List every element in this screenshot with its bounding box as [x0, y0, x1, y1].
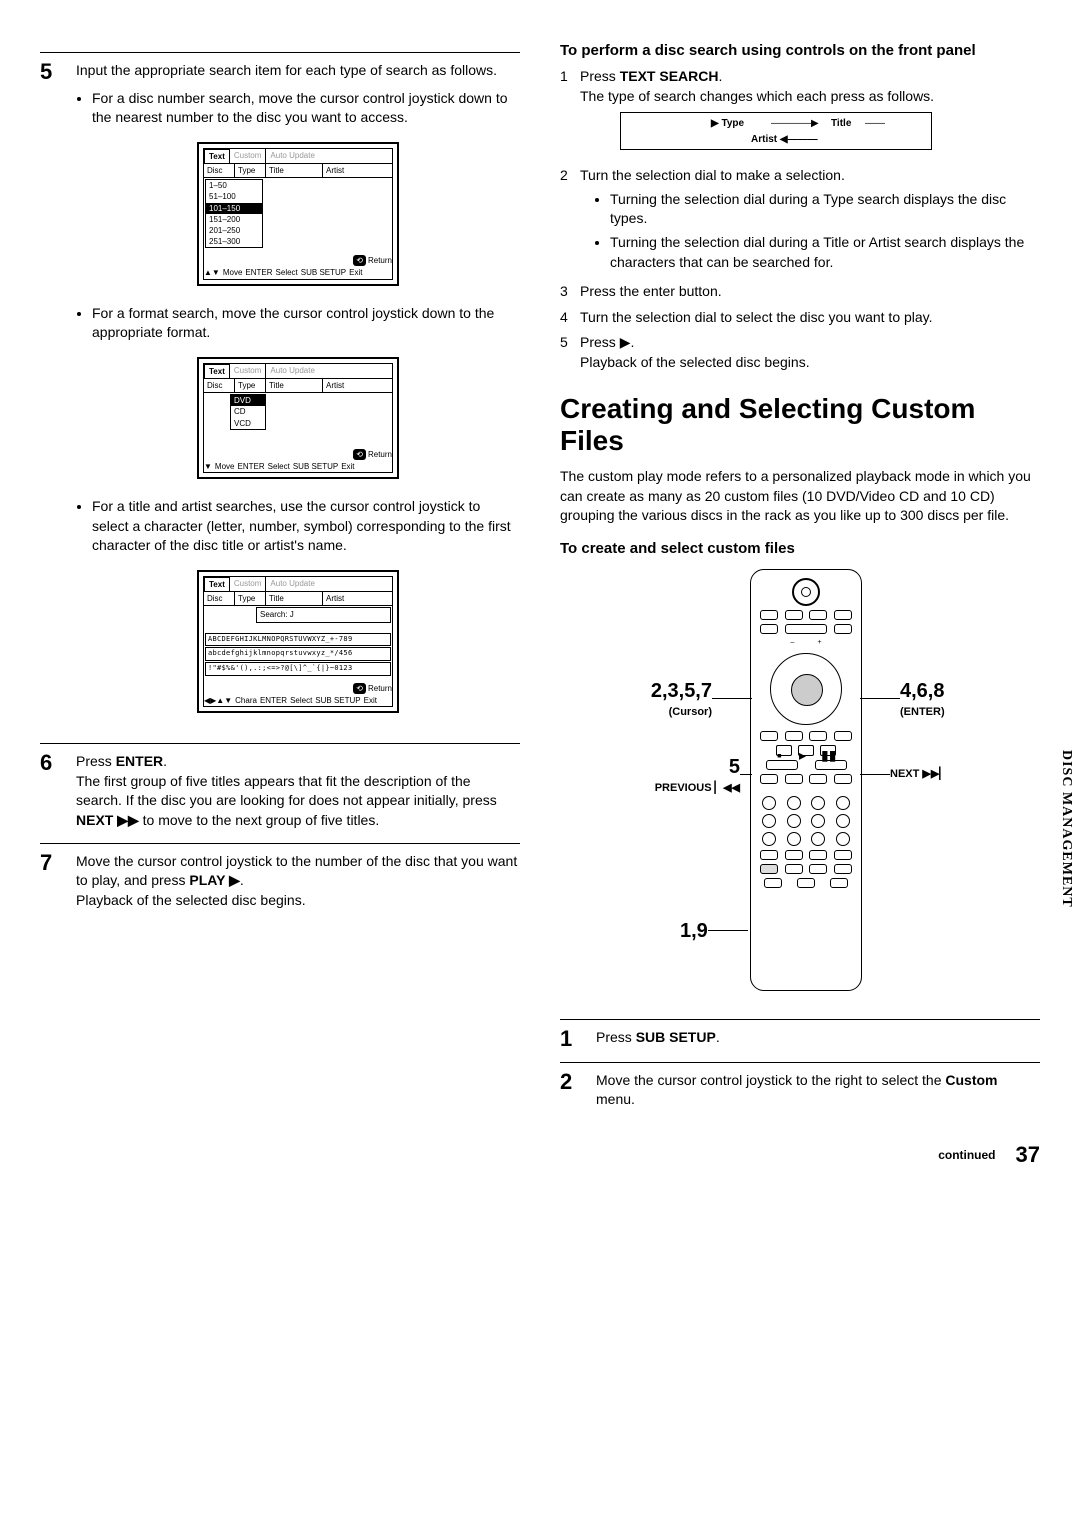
- step-7-text: Move the cursor control joystick to the …: [76, 852, 520, 891]
- step-6-para: The first group of five titles appears t…: [76, 772, 520, 831]
- label-5: 5 PREVIOUS ▏◀◀: [640, 753, 752, 796]
- remote-illustration: – + ▪ ▸ ▮▮: [640, 569, 960, 999]
- tab-auto: Auto Update: [266, 149, 318, 163]
- step-number: 6: [40, 752, 60, 830]
- tab-custom: Custom: [230, 149, 267, 163]
- step-6-heading: Press ENTER.: [76, 752, 520, 772]
- pause-icon: ▮▮: [820, 745, 836, 756]
- step-number: 7: [40, 852, 60, 911]
- custom-files-sub: To create and select custom files: [560, 538, 1040, 559]
- step-5-text: Input the appropriate search item for ea…: [76, 61, 520, 81]
- fp-step-3: Press the enter button.: [580, 282, 1040, 302]
- tab-text: Text: [204, 149, 230, 163]
- label-468: 4,6,8 (ENTER): [860, 677, 970, 720]
- step-6: 6 Press ENTER. The first group of five t…: [40, 743, 520, 830]
- figure-char-search: Text Custom Auto Update Disc Type Title …: [197, 570, 399, 713]
- front-panel-heading: To perform a disc search using controls …: [560, 40, 1040, 61]
- front-panel-steps: 1 Press TEXT SEARCH. The type of search …: [560, 67, 1040, 373]
- move-icon: ▲▼: [204, 267, 220, 278]
- chara-icon: ◀▶▲▼: [204, 695, 232, 706]
- step-1: 1 Press SUB SETUP.: [560, 1019, 1040, 1050]
- fp-step-5: Press ▶. Playback of the selected disc b…: [580, 333, 1040, 372]
- step-2: 2 Move the cursor control joystick to th…: [560, 1062, 1040, 1110]
- return-icon: ⟲: [353, 683, 366, 694]
- step-5-bullet-1: For a disc number search, move the curso…: [92, 89, 520, 128]
- right-column: To perform a disc search using controls …: [560, 40, 1040, 1171]
- step-7-sub: Playback of the selected disc begins.: [76, 891, 520, 911]
- step-number: 5: [40, 61, 60, 731]
- step-5: 5 Input the appropriate search item for …: [40, 52, 520, 731]
- figure-disc-number-search: Text Custom Auto Update Disc Type Title …: [197, 142, 399, 286]
- play-icon: ▸: [798, 745, 814, 756]
- move-icon: ▼: [204, 461, 212, 472]
- fp-step-4: Turn the selection dial to select the di…: [580, 308, 1040, 328]
- fp-step-2: Turn the selection dial to make a select…: [580, 166, 1040, 276]
- left-column: 5 Input the appropriate search item for …: [40, 40, 520, 1171]
- stop-icon: ▪: [776, 745, 792, 756]
- continued-label: continued: [938, 1147, 995, 1164]
- return-icon: ⟲: [353, 255, 366, 266]
- custom-files-title: Creating and Selecting Custom Files: [560, 393, 1040, 457]
- return-icon: ⟲: [353, 449, 366, 460]
- label-2357: 2,3,5,7 (Cursor): [640, 677, 752, 720]
- label-19: 1,9: [680, 917, 748, 945]
- page-number: 37: [1016, 1140, 1040, 1171]
- step-5-bullet-2: For a format search, move the cursor con…: [92, 304, 520, 343]
- label-next: NEXT ▶▶▏: [860, 767, 970, 782]
- step-7: 7 Move the cursor control joystick to th…: [40, 843, 520, 911]
- fp-step-1: Press TEXT SEARCH. The type of search ch…: [580, 67, 1040, 160]
- side-tab: DISC MANAGEMENT: [1056, 750, 1076, 908]
- search-cycle-diagram: ▶ Type ————▶ Title —— Artist ◀———: [620, 112, 932, 150]
- step-5-bullet-3: For a title and artist searches, use the…: [92, 497, 520, 556]
- remote-body: – + ▪ ▸ ▮▮: [750, 569, 862, 991]
- figure-format-search: Text Custom Auto Update Disc Type Title …: [197, 357, 399, 479]
- custom-files-intro: The custom play mode refers to a persona…: [560, 467, 1040, 526]
